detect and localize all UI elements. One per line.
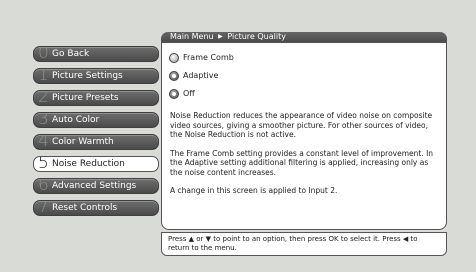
breadcrumb: Main Menu ▶ Picture Quality [161,32,447,42]
menu-item-label: Picture Presets [52,93,119,103]
description-paragraph: The Frame Comb setting provides a consta… [170,148,434,177]
description: Noise Reduction reduces the appearance o… [170,111,442,205]
menu-item-noise-reduction[interactable]: 5 Noise Reduction [33,156,159,172]
menu-item-number: 5 [38,156,49,172]
menu-item-number: 0 [38,46,49,62]
menu-item-label: Auto Color [52,115,100,125]
menu-item-label: Picture Settings [52,71,123,81]
tv-menu-screen: 0 Go Back 1 Picture Settings 2 Picture P… [0,0,476,272]
option-label: Frame Comb [183,53,234,62]
menu-item-label: Noise Reduction [52,159,125,169]
menu-item-reset-controls[interactable]: 7 Reset Controls [33,200,159,216]
breadcrumb-root: Main Menu [170,32,214,41]
radio-icon [169,71,179,81]
menu-item-go-back[interactable]: 0 Go Back [33,46,159,62]
menu-item-number: 3 [38,112,49,128]
description-paragraph: A change in this screen is applied to In… [170,186,338,195]
menu-item-label: Color Warmth [52,137,114,147]
help-hint: Press ▲ or ▼ to point to an option, then… [161,232,447,256]
menu-item-label: Go Back [52,49,90,59]
option-label: Adaptive [183,71,219,80]
breadcrumb-separator-icon: ▶ [218,33,223,40]
menu-item-picture-settings[interactable]: 1 Picture Settings [33,68,159,84]
side-menu: 0 Go Back 1 Picture Settings 2 Picture P… [33,46,159,222]
menu-item-number: 2 [38,90,49,106]
menu-item-advanced-settings[interactable]: 6 Advanced Settings [33,178,159,194]
menu-item-label: Reset Controls [52,203,118,213]
menu-item-number: 4 [38,134,49,150]
menu-item-picture-presets[interactable]: 2 Picture Presets [33,90,159,106]
radio-icon [169,89,179,99]
menu-item-number: 1 [38,68,49,84]
menu-item-number: 7 [38,200,49,216]
description-paragraph: Noise Reduction reduces the appearance o… [170,111,433,139]
option-label: Off [183,89,195,98]
settings-panel: Frame Comb Adaptive Off Noise Reduction … [161,42,447,230]
radio-selected-icon [169,53,179,63]
menu-item-label: Advanced Settings [52,181,137,191]
menu-item-auto-color[interactable]: 3 Auto Color [33,112,159,128]
menu-item-color-warmth[interactable]: 4 Color Warmth [33,134,159,150]
menu-item-number: 6 [38,178,49,194]
breadcrumb-current: Picture Quality [227,32,286,41]
